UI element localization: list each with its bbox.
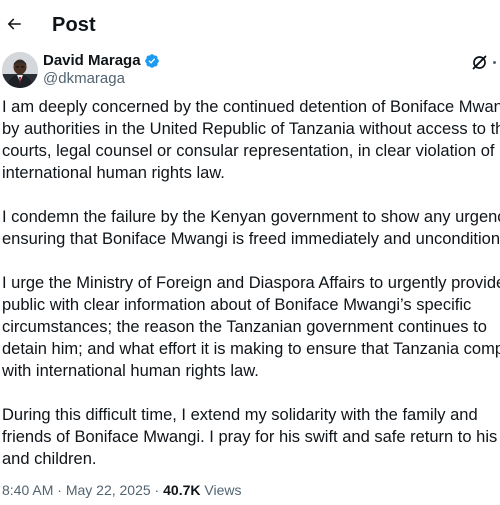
tweet-line: friends of Boniface Mwangi. I pray for h… xyxy=(2,428,500,446)
verified-badge-icon xyxy=(144,54,159,68)
tweet-line: I condemn the failure by the Kenyan gove… xyxy=(2,208,500,226)
tweet-line: with international human rights law. xyxy=(2,362,259,380)
post-time[interactable]: 8:40 AM xyxy=(2,482,53,498)
tweet-line: I am deeply concerned by the continued d… xyxy=(2,98,500,116)
views-count[interactable]: 40.7K xyxy=(163,482,200,498)
views-label: Views xyxy=(200,482,242,498)
grok-icon xyxy=(472,55,486,69)
author-name-link[interactable]: David Maraga xyxy=(43,52,160,70)
meta-separator: · xyxy=(150,482,164,498)
tweet-line: public with clear information about of B… xyxy=(2,296,472,314)
tweet-line: circumstances; the reason the Tanzanian … xyxy=(2,318,487,336)
tweet-line: courts, legal counsel or consular repres… xyxy=(2,142,495,160)
back-button[interactable] xyxy=(2,12,26,36)
tweet-line: During this difficult time, I extend my … xyxy=(2,406,478,424)
avatar[interactable] xyxy=(2,52,38,88)
tweet-line: by authorities in the United Republic of… xyxy=(2,120,500,138)
more-options-button[interactable] xyxy=(493,52,500,72)
meta-separator: · xyxy=(53,482,66,498)
grok-button[interactable] xyxy=(469,52,489,72)
author-name: David Maraga xyxy=(43,52,141,69)
tweet-line: I urge the Ministry of Foreign and Diasp… xyxy=(2,274,500,292)
header: Post xyxy=(0,0,500,50)
back-arrow-icon xyxy=(7,18,21,30)
tweet-text: I am deeply concerned by the continued d… xyxy=(2,96,500,470)
post-meta: 8:40 AM · May 22, 2025 · 40.7K Views xyxy=(2,481,241,499)
page-title: Post xyxy=(52,14,96,36)
tweet-line: detain him; and what effort it is making… xyxy=(2,340,500,358)
more-icon xyxy=(493,60,496,64)
author-handle[interactable]: @dkmaraga xyxy=(43,70,125,88)
post-page: Post David Maraga @dkmaraga I am deeply … xyxy=(0,0,500,505)
author-block: David Maraga @dkmaraga xyxy=(0,50,500,98)
post-date[interactable]: May 22, 2025 xyxy=(66,482,151,498)
tweet-line: ensuring that Boniface Mwangi is freed i… xyxy=(2,230,500,248)
avatar-image xyxy=(2,52,38,88)
tweet-line: international human rights law. xyxy=(2,164,225,182)
tweet-line: and children. xyxy=(2,450,97,468)
